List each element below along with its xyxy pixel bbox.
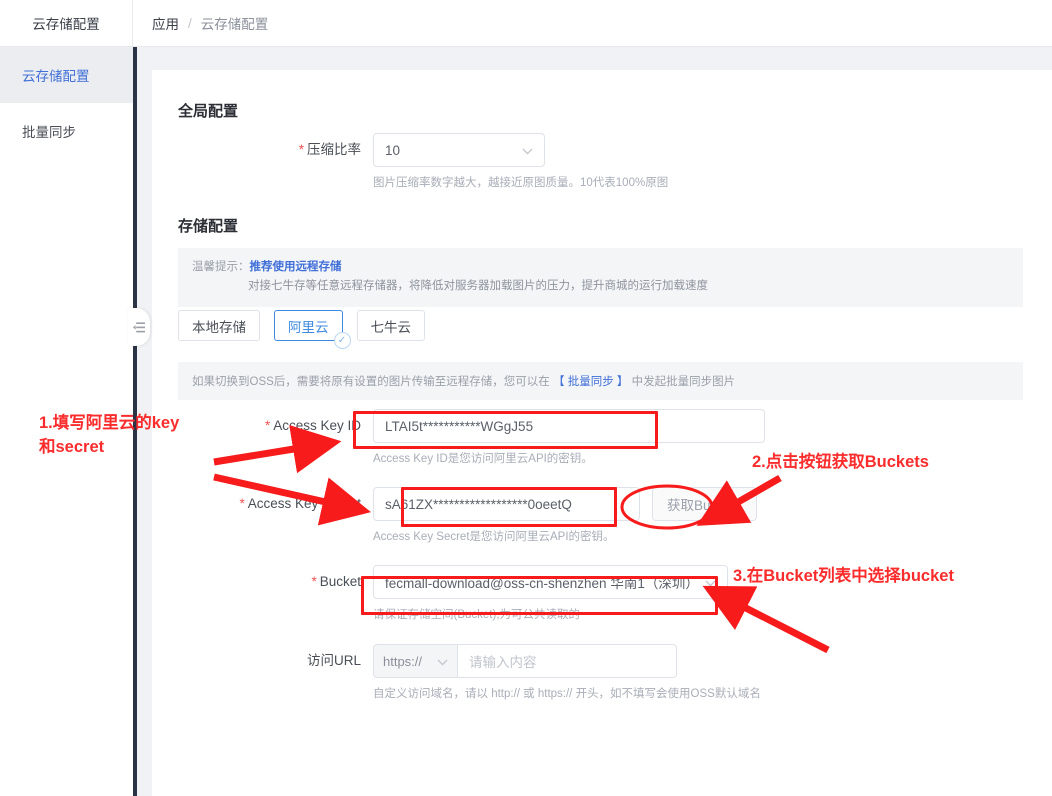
annotation-label-1: 1.填写阿里云的key 和secret: [39, 414, 180, 456]
page-root: 云存储配置 应用 / 云存储配置 云存储配置 批量同步 全局配置 * 压缩比率 …: [0, 0, 1052, 796]
chevron-down-icon: [522, 143, 533, 158]
sidebar-item-cloud-storage-config[interactable]: 云存储配置: [0, 47, 133, 103]
top-header: 云存储配置 应用 / 云存储配置: [0, 0, 1052, 47]
sidebar-item-label: 云存储配置: [22, 69, 90, 84]
compression-value: 10: [385, 142, 401, 158]
tip-line-1: 温馨提示：推荐使用远程存储: [192, 258, 1009, 277]
url-scheme-select[interactable]: https://: [373, 644, 457, 678]
access-url-label: 访问URL: [306, 653, 361, 668]
annotation-label-3: 3.在Bucket列表中选择bucket: [733, 567, 954, 585]
sync-tip: 如果切换到OSS后，需要将原有设置的图片传输至远程存储，您可以在 【 批量同步 …: [178, 362, 1023, 400]
breadcrumb: 应用 / 云存储配置: [152, 0, 268, 46]
form-row-access-url: 访问URL https:// 请输入内容 自定义访问域名，请以 http:// …: [178, 644, 761, 701]
module-title: 云存储配置: [0, 0, 133, 46]
sync-tip-before: 如果切换到OSS后，需要将原有设置的图片传输至远程存储，您可以在: [192, 376, 550, 388]
compression-label: * 压缩比率: [298, 142, 361, 157]
tab-qiniu[interactable]: 七牛云: [356, 310, 425, 341]
tip-highlight: 推荐使用远程存储: [249, 261, 342, 273]
chevron-down-icon: [437, 654, 448, 669]
access-key-id-label: * Access Key ID: [264, 418, 361, 433]
tab-aliyun[interactable]: 阿里云 ✓: [274, 310, 351, 349]
required-marker: *: [239, 496, 245, 511]
access-url-placeholder: 请输入内容: [469, 655, 537, 670]
annotation-label-2: 2.点击按钮获取Buckets: [752, 453, 929, 471]
collapse-left-icon: [132, 321, 145, 332]
global-config-title: 全局配置: [178, 103, 239, 120]
required-marker: *: [264, 418, 271, 433]
storage-config-title: 存储配置: [178, 218, 239, 235]
tip-prefix: 温馨提示：: [192, 261, 250, 273]
access-url-input[interactable]: 请输入内容: [457, 644, 677, 678]
annotation-box-access-key-secret: [401, 487, 617, 527]
get-buckets-button[interactable]: 获取Buckets: [652, 487, 758, 521]
check-circle-icon: ✓: [333, 332, 351, 349]
sync-tip-after: 中发起批量同步图片: [631, 376, 736, 388]
annotation-box-bucket: [361, 576, 718, 615]
tab-local-storage[interactable]: 本地存储: [178, 310, 260, 341]
storage-driver-tabs: 本地存储 阿里云 ✓ 七牛云: [178, 310, 425, 349]
batch-sync-link[interactable]: 【 批量同步 】: [553, 376, 628, 388]
annotation-box-access-key-id: [353, 411, 658, 449]
sidebar-item-batch-sync[interactable]: 批量同步: [0, 103, 133, 159]
compression-select[interactable]: 10: [373, 133, 545, 167]
sidebar-item-label: 批量同步: [22, 125, 76, 140]
sidebar-collapse-handle[interactable]: [128, 308, 150, 346]
required-marker: *: [298, 142, 304, 157]
breadcrumb-parent[interactable]: 应用: [152, 13, 179, 33]
tip-detail: 对接七牛存等任意远程存储器，将降低对服务器加载图片的压力，提升商城的运行加载速度: [248, 279, 708, 292]
url-scheme-value: https://: [383, 653, 423, 669]
compression-helper: 图片压缩率数字越大，越接近原图质量。10代表100%原图: [373, 177, 669, 189]
access-key-id-helper: Access Key ID是您访问阿里云API的密钥。: [373, 453, 593, 465]
access-key-secret-helper: Access Key Secret是您访问阿里云API的密钥。: [373, 531, 615, 543]
bucket-label: * Bucket: [311, 574, 361, 589]
form-row-compression: * 压缩比率 10 图片压缩率数字越大，越接近原图质量。10代表100%原图: [178, 133, 668, 190]
breadcrumb-current: 云存储配置: [200, 17, 269, 32]
access-key-secret-label: * Access Key Secret: [239, 496, 361, 511]
remote-storage-tip: 温馨提示：推荐使用远程存储 对接七牛存等任意远程存储器，将降低对服务器加载图片的…: [178, 248, 1023, 307]
access-url-group: https:// 请输入内容: [373, 644, 761, 678]
required-marker: *: [311, 574, 317, 589]
breadcrumb-separator: /: [188, 15, 192, 31]
access-url-helper: 自定义访问域名，请以 http:// 或 https:// 开头，如不填写会使用…: [373, 688, 761, 700]
